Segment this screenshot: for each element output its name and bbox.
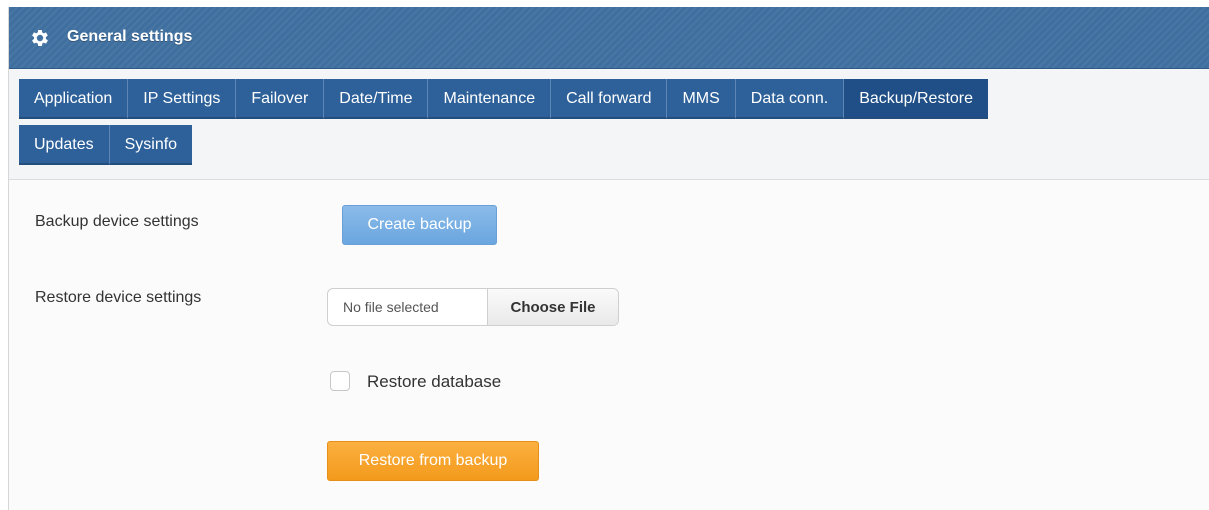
tab-data-conn[interactable]: Data conn. <box>735 79 845 119</box>
tab-bar: Application IP Settings Failover Date/Ti… <box>9 69 1209 180</box>
page-title: General settings <box>67 28 193 45</box>
create-backup-button[interactable]: Create backup <box>342 205 497 245</box>
tab-application[interactable]: Application <box>19 79 129 119</box>
tab-updates[interactable]: Updates <box>19 125 110 165</box>
tab-ip-settings[interactable]: IP Settings <box>128 79 237 119</box>
file-name-display: No file selected <box>343 299 439 315</box>
tab-row-1: Application IP Settings Failover Date/Ti… <box>19 79 989 119</box>
tab-failover[interactable]: Failover <box>236 79 325 119</box>
panel-header: General settings <box>9 7 1209 69</box>
tab-maintenance[interactable]: Maintenance <box>428 79 552 119</box>
restore-settings-label: Restore device settings <box>35 289 202 306</box>
restore-database-checkbox[interactable] <box>330 371 350 391</box>
restore-database-label[interactable]: Restore database <box>367 372 501 392</box>
tab-row-2: Updates Sysinfo <box>19 125 193 165</box>
tab-backup-restore[interactable]: Backup/Restore <box>844 79 989 119</box>
tab-mms[interactable]: MMS <box>667 79 736 119</box>
tab-date-time[interactable]: Date/Time <box>324 79 429 119</box>
general-settings-panel: General settings Application IP Settings… <box>8 7 1209 510</box>
gear-icon <box>32 30 48 46</box>
tab-sysinfo[interactable]: Sysinfo <box>109 125 193 165</box>
file-input[interactable]: No file selected Choose File <box>327 288 619 326</box>
choose-file-button[interactable]: Choose File <box>487 289 618 325</box>
restore-from-backup-button[interactable]: Restore from backup <box>327 441 539 481</box>
backup-settings-label: Backup device settings <box>35 213 199 230</box>
backup-restore-content: Backup device settings Create backup Res… <box>9 180 1209 510</box>
tab-call-forward[interactable]: Call forward <box>551 79 668 119</box>
